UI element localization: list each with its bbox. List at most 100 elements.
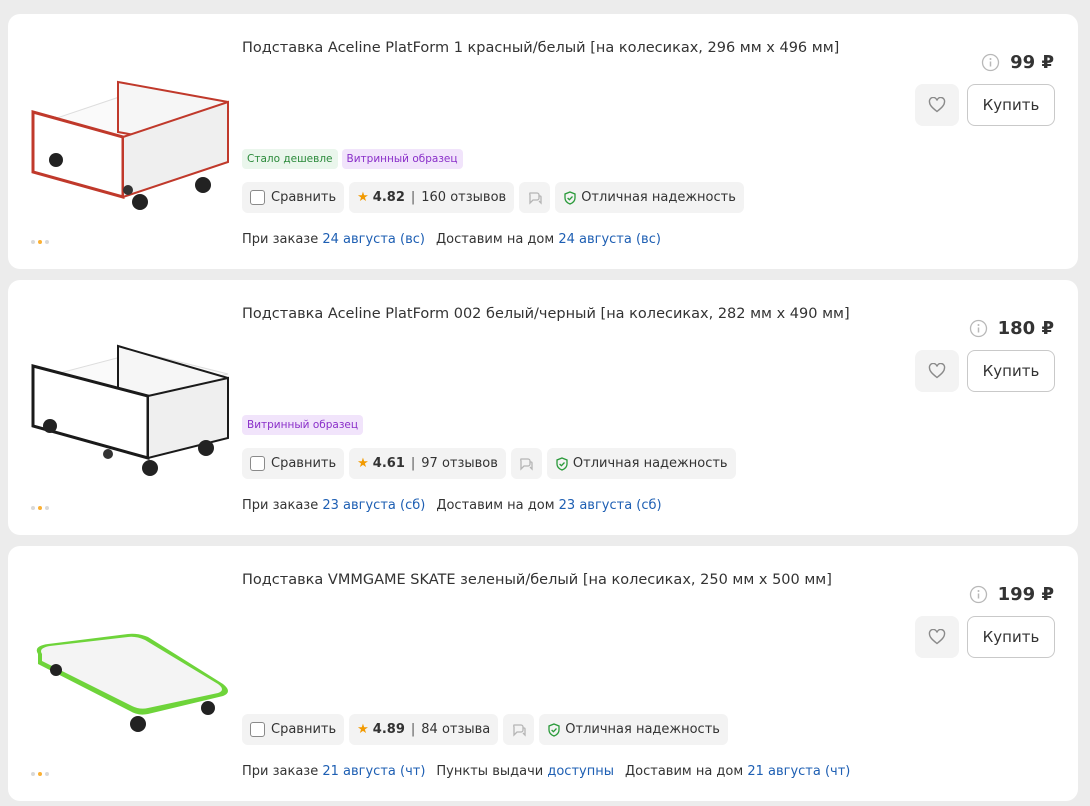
reliability-badge[interactable]: Отличная надежность (555, 182, 744, 213)
reliability-badge[interactable]: Отличная надежность (539, 714, 728, 745)
shield-icon (548, 722, 560, 737)
delivery-label: Доставим на дом (435, 232, 555, 247)
skate-green-image (36, 633, 228, 732)
questions-button[interactable] (510, 448, 542, 479)
delivery-date-link[interactable]: 21 августа (чт) (322, 764, 425, 779)
delivery-date-link[interactable]: 23 августа (сб) (559, 498, 662, 513)
image-dot-active[interactable] (38, 506, 42, 510)
image-pagination[interactable] (31, 506, 49, 510)
delivery-pickup: При заказе 23 августа (сб) (242, 498, 425, 513)
delivery-info: При заказе 21 августа (чт) Пункты выдачи… (242, 764, 850, 779)
reviews-count: 160 отзывов (421, 190, 507, 205)
badge-row: Стало дешевле Витринный образец (242, 149, 463, 169)
stand-red-image (31, 80, 230, 210)
image-dot[interactable] (31, 240, 35, 244)
delivery-label: При заказе (242, 498, 319, 513)
compare-checkbox[interactable]: Сравнить (242, 448, 345, 479)
chat-icon (528, 191, 542, 205)
delivery-home: Доставим на дом 21 августа (чт) (625, 764, 850, 779)
compare-label: Сравнить (271, 190, 337, 205)
checkbox-icon[interactable] (250, 190, 265, 205)
product-title[interactable]: Подставка Aceline PlatForm 002 белый/чер… (242, 304, 882, 324)
questions-button[interactable] (503, 714, 535, 745)
info-icon[interactable] (981, 53, 1000, 72)
info-icon[interactable] (969, 585, 988, 604)
price: 180 ₽ (997, 318, 1054, 339)
image-dot[interactable] (31, 772, 35, 776)
buy-button[interactable]: Купить (967, 350, 1055, 392)
separator: | (410, 190, 416, 205)
delivery-points: Пункты выдачи доступны (436, 764, 614, 779)
delivery-label: При заказе (242, 232, 319, 247)
product-title[interactable]: Подставка VMMGAME SKATE зеленый/белый [н… (242, 570, 882, 590)
delivery-label: Доставим на дом (436, 498, 555, 513)
questions-button[interactable] (519, 182, 551, 213)
delivery-date-link[interactable]: 24 августа (вс) (558, 232, 661, 247)
image-dot[interactable] (45, 506, 49, 510)
buy-button[interactable]: Купить (967, 616, 1055, 658)
price-row: 180 ₽ (969, 318, 1054, 339)
price-row: 99 ₽ (981, 52, 1054, 73)
meta-row: Сравнить ★ 4.89 | 84 отзыва Отличная над… (242, 714, 728, 745)
badge-row: Витринный образец (242, 415, 364, 435)
delivery-pickup: При заказе 21 августа (чт) (242, 764, 425, 779)
product-card: Подставка Aceline PlatForm 1 красный/бел… (8, 14, 1078, 269)
reviews-count: 84 отзыва (421, 722, 491, 737)
reliability-badge[interactable]: Отличная надежность (546, 448, 736, 479)
delivery-label: При заказе (242, 764, 319, 779)
checkbox-icon[interactable] (250, 722, 265, 737)
wishlist-button[interactable] (915, 350, 959, 392)
wishlist-button[interactable] (915, 84, 959, 126)
image-pagination[interactable] (31, 772, 49, 776)
price-row: 199 ₽ (969, 584, 1054, 605)
image-dot-active[interactable] (38, 772, 42, 776)
rating-reviews[interactable]: ★ 4.61 | 97 отзывов (349, 448, 506, 479)
stand-black-image (31, 344, 229, 476)
compare-checkbox[interactable]: Сравнить (242, 182, 345, 213)
rating-value: 4.61 (372, 456, 405, 471)
product-image[interactable] (28, 72, 233, 222)
info-icon[interactable] (969, 319, 988, 338)
reliability-label: Отличная надежность (581, 190, 736, 205)
star-icon: ★ (357, 190, 369, 205)
product-image[interactable] (28, 338, 233, 488)
product-list: Подставка Aceline PlatForm 1 красный/бел… (0, 0, 1090, 806)
meta-row: Сравнить ★ 4.82 | 160 отзывов Отличная н… (242, 182, 744, 213)
chat-icon (520, 457, 534, 471)
shield-icon (564, 190, 576, 205)
heart-icon (928, 363, 946, 379)
chat-icon (512, 723, 526, 737)
rating-reviews[interactable]: ★ 4.89 | 84 отзыва (349, 714, 499, 745)
star-icon: ★ (357, 722, 369, 737)
rating-reviews[interactable]: ★ 4.82 | 160 отзывов (349, 182, 515, 213)
delivery-home: Доставим на дом 24 августа (вс) (436, 232, 661, 247)
buy-button[interactable]: Купить (967, 84, 1055, 126)
heart-icon (928, 629, 946, 645)
pickup-points-link[interactable]: доступны (547, 764, 614, 779)
compare-label: Сравнить (271, 722, 337, 737)
image-dot[interactable] (45, 772, 49, 776)
image-pagination[interactable] (31, 240, 49, 244)
price: 99 ₽ (1010, 52, 1054, 73)
delivery-date-link[interactable]: 23 августа (сб) (322, 498, 425, 513)
meta-row: Сравнить ★ 4.61 | 97 отзывов Отличная на… (242, 448, 736, 479)
delivery-date-link[interactable]: 24 августа (вс) (322, 232, 425, 247)
product-image[interactable] (28, 604, 233, 754)
delivery-date-link[interactable]: 21 августа (чт) (747, 764, 850, 779)
compare-checkbox[interactable]: Сравнить (242, 714, 345, 745)
delivery-info: При заказе 24 августа (вс) Доставим на д… (242, 232, 661, 247)
delivery-info: При заказе 23 августа (сб) Доставим на д… (242, 498, 662, 513)
product-title[interactable]: Подставка Aceline PlatForm 1 красный/бел… (242, 38, 882, 58)
checkbox-icon[interactable] (250, 456, 265, 471)
reliability-label: Отличная надежность (565, 722, 720, 737)
compare-label: Сравнить (271, 456, 337, 471)
image-dot[interactable] (31, 506, 35, 510)
shield-icon (556, 456, 568, 471)
image-dot-active[interactable] (38, 240, 42, 244)
delivery-label: Пункты выдачи (436, 764, 544, 779)
delivery-label: Доставим на дом (624, 764, 744, 779)
image-dot[interactable] (45, 240, 49, 244)
wishlist-button[interactable] (915, 616, 959, 658)
delivery-pickup: При заказе 24 августа (вс) (242, 232, 425, 247)
separator: | (410, 456, 416, 471)
